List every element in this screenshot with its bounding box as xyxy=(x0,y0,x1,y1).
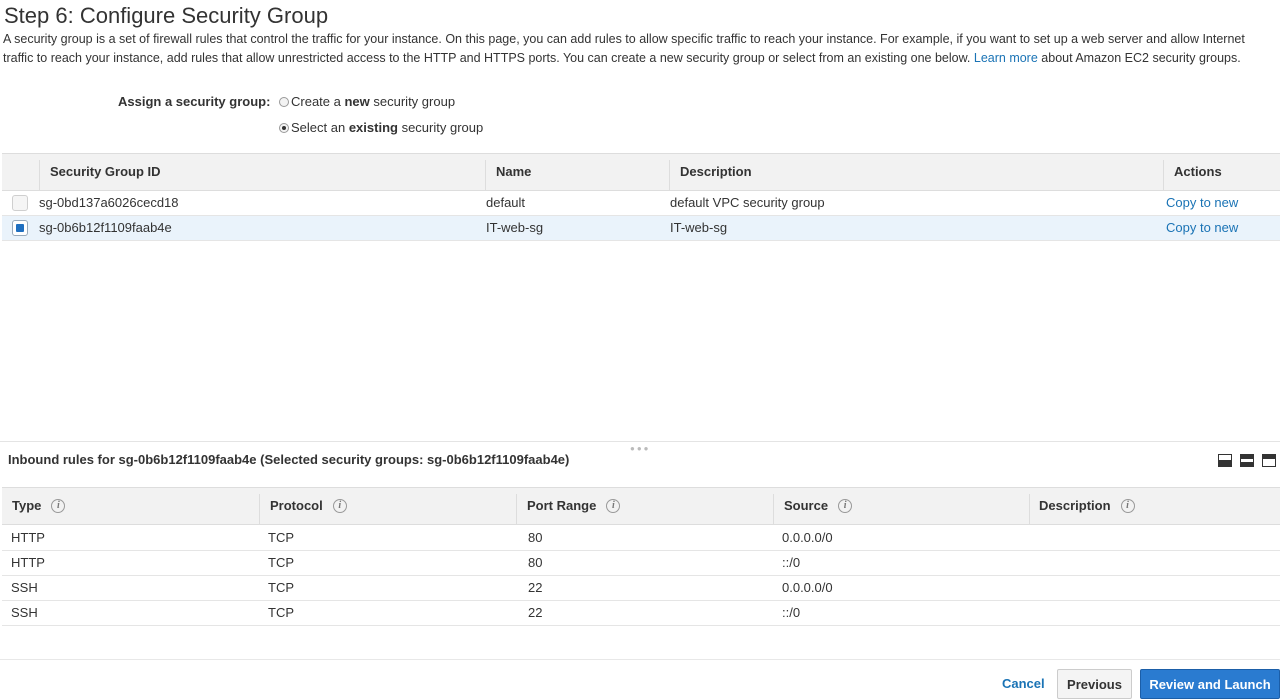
footer-divider xyxy=(0,659,1280,660)
radio-label-suffix: security group xyxy=(397,120,484,135)
radio-button[interactable] xyxy=(279,96,289,107)
rule-type: HTTP xyxy=(11,555,45,570)
rule-port-range: 80 xyxy=(528,555,543,570)
info-icon[interactable]: i xyxy=(1120,499,1135,513)
inbound-rules-title: Inbound rules for sg-0b6b12f1109faab4e (… xyxy=(8,452,570,467)
security-group-description: default VPC security group xyxy=(670,195,825,210)
radio-label-prefix: Create a xyxy=(291,94,345,109)
security-group-row[interactable]: sg-0bd137a6026cecd18 default default VPC… xyxy=(2,191,1280,216)
radio-label: Create a new security group xyxy=(291,94,455,109)
column-header-label: Source xyxy=(784,498,829,513)
column-header-label: Description xyxy=(1039,498,1111,513)
rule-type: SSH xyxy=(11,605,38,620)
review-and-launch-button[interactable]: Review and Launch xyxy=(1140,669,1280,699)
inbound-rule-row: HTTP TCP 80 ::/0 xyxy=(2,551,1280,576)
inbound-rule-row: HTTP TCP 80 0.0.0.0/0 xyxy=(2,526,1280,551)
splitter-grip-icon[interactable]: ●●● xyxy=(630,444,651,453)
radio-label-bold: existing xyxy=(348,120,398,135)
rule-port-range: 22 xyxy=(528,580,543,595)
inbound-rule-row: SSH TCP 22 0.0.0.0/0 xyxy=(2,576,1280,601)
layout-split-panel-icon[interactable] xyxy=(1240,454,1254,467)
column-header-description[interactable]: Description xyxy=(670,154,752,190)
column-header-source[interactable]: Source i xyxy=(784,488,853,524)
info-icon[interactable]: i xyxy=(51,499,66,513)
radio-label-prefix: Select an xyxy=(291,120,349,135)
panel-splitter[interactable] xyxy=(0,441,1280,442)
info-icon[interactable]: i xyxy=(332,499,347,513)
icon-fill xyxy=(1219,460,1231,466)
rule-port-range: 22 xyxy=(528,605,543,620)
rule-port-range: 80 xyxy=(528,530,543,545)
icon-fill xyxy=(1241,462,1253,466)
column-header-description[interactable]: Description i xyxy=(1039,488,1135,524)
intro-text-part: about Amazon EC2 security groups. xyxy=(1037,51,1241,65)
rule-protocol: TCP xyxy=(268,530,294,545)
learn-more-link[interactable]: Learn more xyxy=(974,51,1038,65)
radio-button[interactable] xyxy=(279,122,289,133)
column-header-type[interactable]: Type i xyxy=(12,488,66,524)
inbound-rules-table-header: Type i Protocol i Port Range i Source i Desc… xyxy=(2,487,1280,525)
column-divider[interactable] xyxy=(259,494,260,524)
rule-protocol: TCP xyxy=(268,555,294,570)
column-divider[interactable] xyxy=(1029,494,1030,524)
column-header-name[interactable]: Name xyxy=(486,154,531,190)
column-divider[interactable] xyxy=(516,494,517,524)
radio-label: Select an existing security group xyxy=(291,120,483,135)
cancel-button[interactable]: Cancel xyxy=(1002,676,1045,691)
security-group-name: IT-web-sg xyxy=(486,220,544,235)
column-header-protocol[interactable]: Protocol i xyxy=(270,488,347,524)
layout-top-panel-icon[interactable] xyxy=(1262,454,1276,467)
rule-source: 0.0.0.0/0 xyxy=(782,530,833,545)
rule-type: HTTP xyxy=(11,530,45,545)
security-group-name: default xyxy=(486,195,526,210)
column-header-label: Port Range xyxy=(527,498,597,513)
rule-source: 0.0.0.0/0 xyxy=(782,580,833,595)
column-divider[interactable] xyxy=(773,494,774,524)
rule-source: ::/0 xyxy=(782,605,801,620)
column-header-label: Protocol xyxy=(270,498,323,513)
radio-select-existing[interactable]: Select an existing security group xyxy=(279,120,483,135)
rule-protocol: TCP xyxy=(268,580,294,595)
column-header-security-group-id[interactable]: Security Group ID xyxy=(40,154,161,190)
row-checkbox[interactable] xyxy=(12,220,28,236)
radio-label-bold: new xyxy=(344,94,370,109)
security-group-table-header: Security Group ID Name Description Actio… xyxy=(2,153,1280,191)
security-group-description: IT-web-sg xyxy=(670,220,728,235)
inbound-rule-row: SSH TCP 22 ::/0 xyxy=(2,601,1280,626)
security-group-id: sg-0b6b12f1109faab4e xyxy=(39,220,172,235)
info-icon[interactable]: i xyxy=(606,499,621,513)
security-group-id: sg-0bd137a6026cecd18 xyxy=(39,195,179,210)
copy-to-new-link[interactable]: Copy to new xyxy=(1166,191,1238,215)
radio-label-suffix: security group xyxy=(369,94,456,109)
rule-type: SSH xyxy=(11,580,38,595)
column-header-label: Type xyxy=(12,498,42,513)
rule-source: ::/0 xyxy=(782,555,801,570)
radio-create-new[interactable]: Create a new security group xyxy=(279,94,455,109)
row-checkbox[interactable] xyxy=(12,195,28,211)
page-title: Step 6: Configure Security Group xyxy=(4,3,329,28)
column-header-actions: Actions xyxy=(1174,164,1222,179)
copy-to-new-link[interactable]: Copy to new xyxy=(1166,216,1238,240)
icon-fill xyxy=(1241,455,1253,459)
rule-protocol: TCP xyxy=(268,605,294,620)
icon-fill xyxy=(1263,455,1275,459)
assign-security-group-label: Assign a security group: xyxy=(118,94,271,109)
intro-text: A security group is a set of firewall ru… xyxy=(3,30,1268,68)
security-group-row[interactable]: sg-0b6b12f1109faab4e IT-web-sg IT-web-sg… xyxy=(2,216,1280,241)
info-icon[interactable]: i xyxy=(838,499,853,513)
previous-button[interactable]: Previous xyxy=(1057,669,1132,699)
layout-bottom-panel-icon[interactable] xyxy=(1218,454,1232,467)
column-header-port-range[interactable]: Port Range i xyxy=(527,488,621,524)
